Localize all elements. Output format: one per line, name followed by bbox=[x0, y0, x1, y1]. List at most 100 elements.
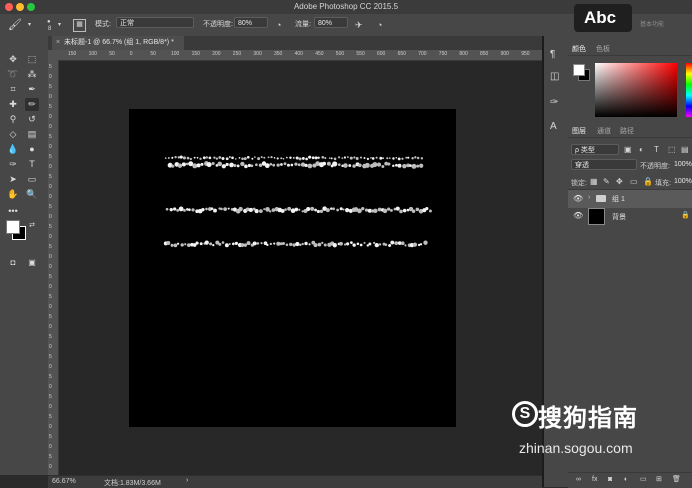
fill-value[interactable]: 100% bbox=[674, 178, 692, 185]
watermark-url: zhinan.sogou.com bbox=[519, 440, 633, 456]
lock-position-icon[interactable]: ✥ bbox=[616, 177, 623, 187]
brush-dab bbox=[269, 162, 273, 166]
brush-dab bbox=[373, 241, 376, 244]
hand-tool-icon[interactable]: ✋ bbox=[6, 188, 20, 201]
new-group-icon[interactable]: ▭ bbox=[640, 475, 647, 485]
brush-dab bbox=[260, 242, 263, 245]
brush-dab bbox=[205, 207, 208, 211]
clone-stamp-tool-icon[interactable]: ⚲ bbox=[6, 113, 20, 126]
airbrush-icon[interactable]: ✈ bbox=[355, 20, 363, 30]
gradient-tool-icon[interactable]: ▤ bbox=[25, 128, 39, 141]
brush-dab bbox=[298, 157, 302, 161]
tab-swatches[interactable]: 色板 bbox=[596, 44, 610, 54]
lock-pixels-icon[interactable]: ✎ bbox=[603, 177, 610, 187]
layer-filter-select[interactable]: ρ 类型 bbox=[571, 144, 619, 155]
document-tab[interactable]: × 未标题-1 @ 66.7% (组 1, RGB/8*) * bbox=[52, 36, 184, 50]
lock-artboard-icon[interactable]: ▭ bbox=[630, 177, 638, 187]
marquee-tool-icon[interactable]: ⬚ bbox=[25, 53, 39, 66]
new-layer-icon[interactable]: ⊞ bbox=[656, 475, 662, 485]
blend-mode-select[interactable]: 穿透 bbox=[571, 159, 637, 170]
tab-layers[interactable]: 图层 bbox=[572, 126, 586, 136]
ruler-tick-label: 0 bbox=[49, 234, 52, 240]
chevron-right-icon[interactable]: › bbox=[186, 477, 188, 484]
visibility-eye-icon[interactable]: 👁 bbox=[573, 211, 583, 220]
toolbox: ✥ ⬚ ➰ ⁂ ⌗ ✒ ✚ ✏ ⚲ ↺ ◇ ▤ 💧 ● ✑ T ➤ ▭ ✋ 🔍 … bbox=[0, 36, 49, 475]
eyedropper-tool-icon[interactable]: ✒ bbox=[25, 83, 39, 96]
layer-row-background[interactable]: 👁 背景 🔒 bbox=[568, 206, 692, 226]
visibility-eye-icon[interactable]: 👁 bbox=[573, 194, 583, 203]
filter-shape-icon[interactable]: ⬚ bbox=[668, 145, 676, 155]
layer-opacity-value[interactable]: 100% bbox=[674, 161, 692, 168]
ruler-tick-label: 5 bbox=[49, 84, 52, 90]
screen-mode-icon[interactable]: ▣ bbox=[25, 256, 39, 269]
document-canvas[interactable] bbox=[129, 109, 456, 427]
brush-dab bbox=[201, 207, 205, 212]
filter-smart-object-icon[interactable]: ▤ bbox=[681, 145, 689, 155]
opacity-input[interactable]: 80% bbox=[234, 17, 268, 28]
close-tab-icon[interactable]: × bbox=[56, 36, 60, 50]
blur-tool-icon[interactable]: 💧 bbox=[6, 143, 20, 156]
brush-dab bbox=[273, 242, 276, 245]
layer-name[interactable]: 背景 bbox=[612, 212, 626, 222]
dodge-tool-icon[interactable]: ● bbox=[25, 143, 39, 156]
tool-presets-icon[interactable]: ✑ bbox=[550, 98, 558, 108]
move-tool-icon[interactable]: ✥ bbox=[6, 53, 20, 66]
more-tools-icon[interactable]: ••• bbox=[6, 205, 20, 218]
tab-channels[interactable]: 通道 bbox=[597, 126, 611, 136]
type-tool-icon[interactable]: T bbox=[25, 158, 39, 171]
ruler-tick-label: 250 bbox=[232, 51, 242, 57]
chevron-right-icon[interactable]: › bbox=[588, 194, 590, 201]
flow-input[interactable]: 80% bbox=[314, 17, 348, 28]
delete-layer-icon[interactable]: 🗑 bbox=[672, 475, 681, 485]
brush-dab bbox=[368, 242, 372, 246]
ruler-tick-label: 5 bbox=[49, 224, 52, 230]
lock-transparency-icon[interactable]: ▦ bbox=[590, 177, 598, 187]
mode-select[interactable]: 正常 bbox=[116, 17, 194, 28]
brush-dab bbox=[388, 244, 392, 247]
brush-tool-icon[interactable]: ✏ bbox=[25, 98, 39, 111]
color-field[interactable] bbox=[595, 63, 677, 117]
zoom-tool-icon[interactable]: 🔍 bbox=[25, 188, 39, 201]
panel-foreground-swatch[interactable] bbox=[573, 64, 585, 76]
pressure-opacity-icon[interactable]: ◔ bbox=[276, 20, 281, 30]
rectangle-tool-icon[interactable]: ▭ bbox=[25, 173, 39, 186]
adjustments-panel-icon[interactable]: ◫ bbox=[550, 72, 559, 82]
filter-adjustment-icon[interactable]: ◐ bbox=[639, 145, 644, 155]
pressure-size-icon[interactable]: ◔ bbox=[377, 20, 382, 30]
ruler-tick-label: 0 bbox=[49, 304, 52, 310]
chevron-down-icon[interactable]: ▾ bbox=[58, 20, 61, 30]
brush-tool-icon[interactable]: 🖌 bbox=[8, 20, 22, 31]
chevron-down-icon[interactable]: ▾ bbox=[28, 20, 31, 30]
brush-panel-icon[interactable]: ▦ bbox=[73, 19, 86, 32]
brush-dab bbox=[349, 156, 353, 160]
quick-mask-icon[interactable]: ◘ bbox=[6, 256, 20, 269]
history-brush-tool-icon[interactable]: ↺ bbox=[25, 113, 39, 126]
crop-tool-icon[interactable]: ⌗ bbox=[6, 83, 20, 96]
layer-style-icon[interactable]: fx bbox=[592, 475, 597, 485]
brush-dab bbox=[269, 210, 272, 213]
tab-paths[interactable]: 路径 bbox=[620, 126, 634, 136]
foreground-color-swatch[interactable] bbox=[6, 220, 20, 234]
character-panel-icon[interactable]: A bbox=[550, 122, 557, 132]
hue-slider[interactable] bbox=[686, 63, 692, 117]
adjustment-layer-icon[interactable]: ◐ bbox=[624, 475, 628, 485]
eraser-tool-icon[interactable]: ◇ bbox=[6, 128, 20, 141]
swap-colors-icon[interactable]: ⇄ bbox=[25, 219, 39, 232]
path-selection-tool-icon[interactable]: ➤ bbox=[6, 173, 20, 186]
magic-wand-tool-icon[interactable]: ⁂ bbox=[25, 68, 39, 81]
brush-dab bbox=[304, 241, 308, 246]
tab-color[interactable]: 颜色 bbox=[572, 44, 586, 54]
zoom-level[interactable]: 66.67% bbox=[52, 478, 76, 485]
add-mask-icon[interactable]: ◙ bbox=[608, 475, 612, 485]
healing-brush-tool-icon[interactable]: ✚ bbox=[6, 98, 20, 111]
brush-dab bbox=[164, 157, 167, 160]
paragraph-panel-icon[interactable]: ¶ bbox=[550, 50, 555, 60]
link-layers-icon[interactable]: ∞ bbox=[576, 475, 581, 485]
pen-tool-icon[interactable]: ✑ bbox=[6, 158, 20, 171]
lasso-tool-icon[interactable]: ➰ bbox=[6, 68, 20, 81]
filter-type-icon[interactable]: T bbox=[654, 145, 659, 155]
lock-all-icon[interactable]: 🔒 bbox=[643, 177, 653, 187]
layer-name[interactable]: 组 1 bbox=[612, 194, 625, 204]
filter-pixel-icon[interactable]: ▣ bbox=[624, 145, 632, 155]
workspace-button[interactable]: Abc bbox=[574, 4, 632, 32]
